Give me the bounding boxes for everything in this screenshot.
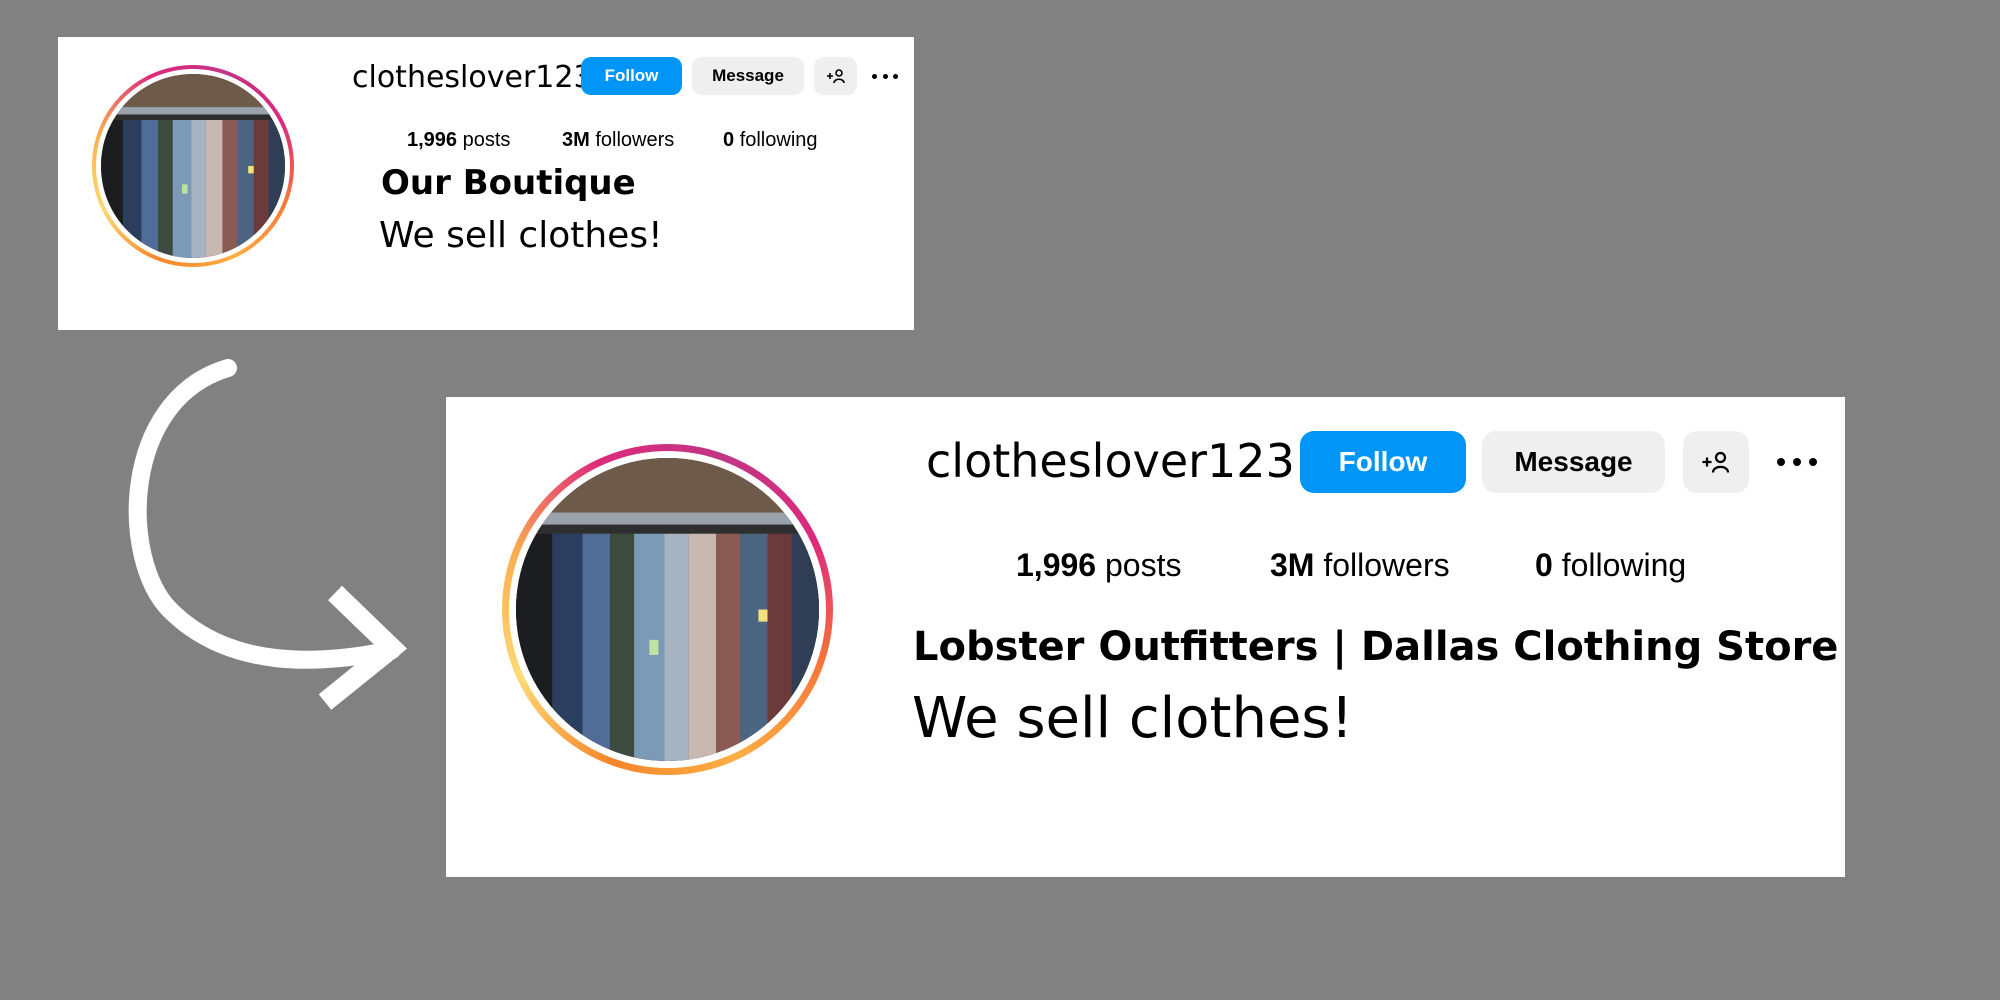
add-person-icon bbox=[826, 69, 845, 84]
followers-stat[interactable]: 3M followers bbox=[1270, 547, 1450, 584]
add-person-button[interactable] bbox=[1683, 431, 1749, 493]
avatar bbox=[516, 458, 819, 761]
story-ring[interactable] bbox=[92, 65, 294, 267]
followers-stat[interactable]: 3M followers bbox=[562, 129, 674, 152]
profile-name: Lobster Outfitters | Dallas Clothing Sto… bbox=[913, 624, 1839, 670]
add-person-icon bbox=[1702, 451, 1730, 473]
username: clotheslover123 bbox=[926, 434, 1295, 488]
profile-card-after: clotheslover123 Follow Message 1,996 pos… bbox=[446, 397, 1845, 877]
following-stat[interactable]: 0 following bbox=[723, 129, 818, 152]
follow-button[interactable]: Follow bbox=[1300, 431, 1466, 493]
posts-stat[interactable]: 1,996 posts bbox=[407, 129, 510, 152]
username: clotheslover123 bbox=[352, 60, 593, 95]
message-button[interactable]: Message bbox=[692, 57, 804, 95]
more-options-icon[interactable] bbox=[872, 73, 898, 79]
avatar bbox=[101, 74, 285, 258]
posts-stat[interactable]: 1,996 posts bbox=[1016, 547, 1181, 584]
story-ring[interactable] bbox=[502, 444, 833, 775]
profile-name: Our Boutique bbox=[381, 163, 636, 203]
more-options-icon[interactable] bbox=[1777, 457, 1817, 467]
follow-button[interactable]: Follow bbox=[581, 57, 682, 95]
message-button[interactable]: Message bbox=[1482, 431, 1665, 493]
add-person-button[interactable] bbox=[814, 57, 857, 95]
bio-text: We sell clothes! bbox=[912, 686, 1354, 751]
profile-card-before: clotheslover123 Follow Message 1,996 pos… bbox=[58, 37, 914, 330]
bio-text: We sell clothes! bbox=[379, 215, 663, 256]
following-stat[interactable]: 0 following bbox=[1535, 547, 1686, 584]
